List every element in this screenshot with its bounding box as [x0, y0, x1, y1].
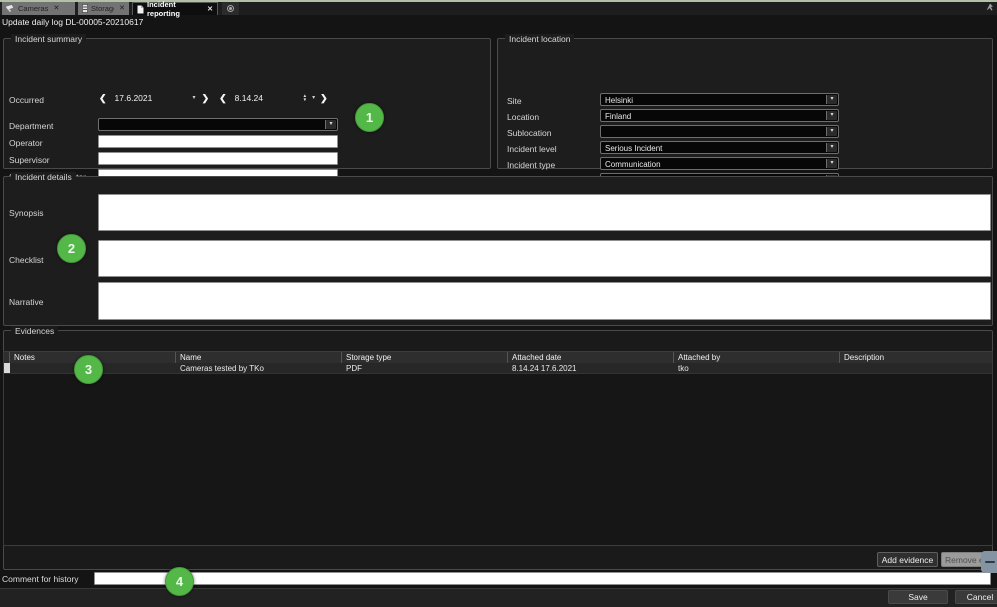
time-value[interactable]: 8.14.24 — [235, 93, 297, 103]
operator-input[interactable] — [98, 135, 338, 148]
time-caret-icon[interactable]: ▾ — [312, 94, 315, 102]
close-icon[interactable]: ✕ — [53, 5, 59, 12]
overlay-badge[interactable] — [981, 551, 997, 573]
sublocation-label: Sublocation — [507, 128, 551, 138]
site-select[interactable]: Helsinki ▾ — [600, 93, 839, 106]
cell-storage-type: PDF — [342, 363, 508, 373]
site-value: Helsinki — [605, 96, 633, 105]
column-header-name[interactable]: Name — [176, 352, 342, 363]
incident-summary-panel: Incident summary Occurred ❮ 17.6.2021 ▾ … — [3, 38, 491, 169]
incident-level-select[interactable]: Serious Incident ▾ — [600, 141, 839, 154]
tab-label: Incident reporting — [147, 0, 202, 18]
cell-attached-date: 8.14.24 17.6.2021 — [508, 363, 674, 373]
document-icon — [137, 5, 144, 14]
caret-down-icon[interactable]: ▾ — [826, 111, 837, 120]
storage-locker-icon — [82, 4, 88, 13]
column-header-attached-by[interactable]: Attached by — [674, 352, 840, 363]
operator-label: Operator — [9, 138, 43, 148]
cell-attached-by: tko — [674, 363, 840, 373]
add-evidence-button[interactable]: Add evidence — [877, 552, 938, 567]
incident-details-panel: Incident details Synopsis Checklist Narr… — [3, 176, 993, 326]
camera-icon — [6, 5, 15, 12]
annotation-number: 4 — [176, 574, 183, 589]
incident-type-select[interactable]: Communication ▾ — [600, 157, 839, 170]
spin-down-icon[interactable]: ▼ — [303, 98, 307, 102]
badge-dash-icon — [985, 561, 995, 563]
incident-level-value: Serious Incident — [605, 144, 662, 153]
cell-name: Cameras tested by TKo — [176, 363, 342, 373]
close-icon[interactable]: ✕ — [207, 6, 213, 13]
comment-for-history-input[interactable] — [94, 572, 991, 585]
narrative-textarea[interactable] — [98, 282, 991, 320]
column-header-attached-date[interactable]: Attached date — [508, 352, 674, 363]
comment-for-history-label: Comment for history — [2, 574, 79, 584]
evidence-row[interactable]: Cameras tested by TKo PDF 8.14.24 17.6.2… — [4, 363, 992, 374]
panel-title: Evidences — [11, 326, 58, 336]
annotation-marker-3: 3 — [74, 355, 103, 384]
close-icon[interactable]: ✕ — [119, 5, 125, 12]
tab-incident-reporting[interactable]: Incident reporting ✕ — [132, 2, 218, 15]
tab-new-circle[interactable] — [222, 2, 239, 15]
time-spinner[interactable]: ▲ ▼ — [303, 94, 307, 102]
pin-icon[interactable] — [986, 3, 994, 12]
checklist-label: Checklist — [9, 255, 43, 265]
annotation-marker-1: 1 — [355, 103, 384, 132]
annotation-number: 2 — [68, 241, 75, 256]
save-button[interactable]: Save — [888, 590, 948, 604]
time-prev-icon[interactable]: ❮ — [219, 93, 227, 103]
tab-storage-locker[interactable]: Storage locker ✕ — [78, 2, 129, 15]
checklist-textarea[interactable] — [98, 240, 991, 277]
caret-down-icon[interactable]: ▾ — [325, 120, 336, 129]
record-icon — [227, 5, 234, 12]
bottom-bar — [0, 588, 997, 607]
synopsis-textarea[interactable] — [98, 194, 991, 231]
occurred-datetime-picker: ❮ 17.6.2021 ▾ ❯ ❮ 8.14.24 ▲ ▼ ▾ ❯ — [99, 91, 328, 105]
supervisor-label: Supervisor — [9, 155, 50, 165]
caret-down-icon[interactable]: ▾ — [826, 127, 837, 136]
incident-type-label: Incident type — [507, 160, 555, 170]
department-select[interactable]: ▾ — [98, 118, 338, 131]
cell-description — [840, 363, 992, 373]
incident-reporting-window: { "colors": { "annotation_green": "#54b8… — [0, 0, 997, 607]
location-select[interactable]: Finland ▾ — [600, 109, 839, 122]
caret-down-icon[interactable]: ▾ — [826, 95, 837, 104]
date-next-icon[interactable]: ❯ — [202, 93, 210, 103]
location-label: Location — [507, 112, 539, 122]
occurred-label: Occurred — [9, 95, 44, 105]
tab-label: Storage locker — [91, 4, 114, 13]
caret-down-icon[interactable]: ▾ — [826, 143, 837, 152]
site-label: Site — [507, 96, 522, 106]
sublocation-select[interactable]: ▾ — [600, 125, 839, 138]
incident-location-panel: Incident location Site Helsinki ▾ Locati… — [497, 38, 993, 169]
date-value[interactable]: 17.6.2021 — [115, 93, 185, 103]
evidences-table: Notes Name Storage type Attached date At… — [3, 351, 993, 546]
column-header-description[interactable]: Description — [840, 352, 992, 363]
annotation-marker-2: 2 — [57, 234, 86, 263]
tab-cameras[interactable]: Cameras ✕ — [2, 2, 75, 15]
supervisor-input[interactable] — [98, 152, 338, 165]
department-label: Department — [9, 121, 53, 131]
tab-bar: Cameras ✕ Storage locker ✕ Incident repo… — [0, 2, 997, 15]
date-prev-icon[interactable]: ❮ — [99, 93, 107, 103]
panel-title: Incident location — [505, 34, 574, 44]
annotation-number: 1 — [366, 110, 373, 125]
date-caret-icon[interactable]: ▾ — [193, 94, 196, 102]
annotation-number: 3 — [85, 362, 92, 377]
panel-title: Incident details — [11, 172, 76, 182]
synopsis-label: Synopsis — [9, 208, 44, 218]
panel-title: Incident summary — [11, 34, 86, 44]
evidences-table-header: Notes Name Storage type Attached date At… — [4, 352, 992, 363]
incident-type-value: Communication — [605, 160, 661, 169]
time-next-icon[interactable]: ❯ — [320, 93, 328, 103]
column-header-storage-type[interactable]: Storage type — [342, 352, 508, 363]
location-value: Finland — [605, 112, 631, 121]
annotation-marker-4: 4 — [165, 567, 194, 596]
caret-down-icon[interactable]: ▾ — [826, 159, 837, 168]
cancel-button[interactable]: Cancel — [955, 590, 997, 604]
page-title: Update daily log DL-00005-20210617 — [2, 17, 143, 27]
incident-level-label: Incident level — [507, 144, 557, 154]
narrative-label: Narrative — [9, 297, 43, 307]
tab-label: Cameras — [18, 4, 48, 13]
